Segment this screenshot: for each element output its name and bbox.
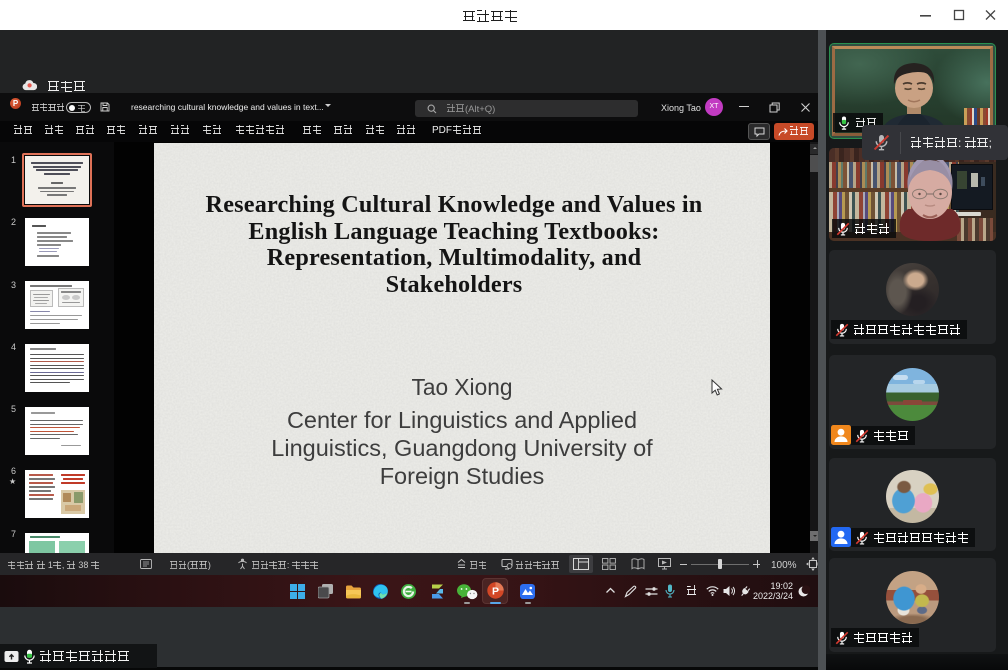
svg-text:P: P <box>492 586 499 598</box>
